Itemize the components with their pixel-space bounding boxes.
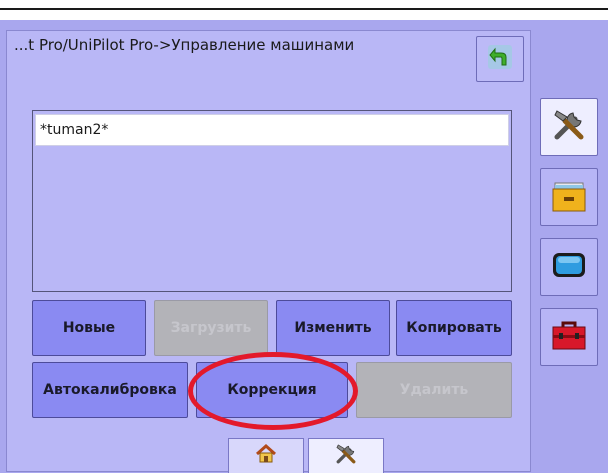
back-arrow-icon (486, 43, 514, 75)
home-icon (255, 443, 277, 469)
file-cabinet-icon (549, 175, 589, 219)
copy-button[interactable]: Копировать (396, 300, 512, 356)
top-divider (0, 8, 608, 10)
breadcrumb-title: ...t Pro/UniPilot Pro->Управление машина… (14, 36, 355, 54)
display-icon (549, 245, 589, 289)
correction-button[interactable]: Коррекция (196, 362, 348, 418)
tools-icon (549, 105, 589, 149)
toolbox-icon (549, 315, 589, 359)
new-button[interactable]: Новые (32, 300, 146, 356)
side-tab-toolbox[interactable] (540, 308, 598, 366)
edit-button[interactable]: Изменить (276, 300, 390, 356)
tools-icon (333, 441, 359, 471)
side-tab-display[interactable] (540, 238, 598, 296)
delete-button[interactable]: Удалить (356, 362, 512, 418)
side-tab-tools[interactable] (540, 98, 598, 156)
tab-tools[interactable] (308, 438, 384, 473)
machine-list[interactable]: *tuman2* (32, 110, 512, 292)
load-button[interactable]: Загрузить (154, 300, 268, 356)
list-item-selected[interactable]: *tuman2* (35, 114, 509, 146)
back-button[interactable] (476, 36, 524, 82)
tab-home[interactable] (228, 438, 304, 473)
side-tab-files[interactable] (540, 168, 598, 226)
autocalibration-button[interactable]: Автокалибровка (32, 362, 188, 418)
